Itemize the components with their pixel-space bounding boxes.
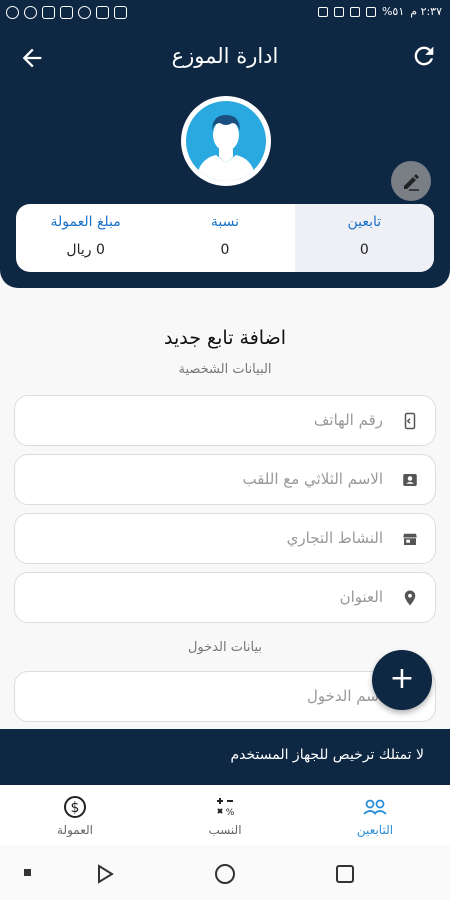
system-navigation-bar — [0, 845, 450, 900]
login-section-label: بيانات الدخول — [187, 640, 263, 655]
dot-icon — [24, 869, 31, 876]
license-warning-text: لا تمتلك ترخيص للجهاز المستخدم — [230, 747, 424, 763]
add-follower-button[interactable]: + — [372, 650, 432, 710]
nav-label: التابعين — [356, 823, 394, 837]
stat-followers: تابعين 0 — [294, 204, 434, 272]
stats-card: مبلغ العمولة 0 ريال نسبة 0 تابعين 0 — [16, 204, 434, 272]
id-card-icon — [403, 474, 417, 486]
full-name-field[interactable]: الاسم الثلاثي مع اللقب — [14, 454, 436, 505]
address-placeholder: العنوان — [339, 588, 383, 606]
avatar[interactable] — [181, 96, 271, 186]
location-pin-icon — [404, 590, 416, 606]
mail-icon — [114, 6, 127, 19]
store-icon — [403, 533, 417, 545]
recents-square-icon[interactable] — [334, 863, 356, 885]
username-placeholder: اسم الدخول — [306, 687, 383, 705]
bluetooth-icon — [317, 6, 328, 17]
dollar-circle-icon: $ — [64, 796, 86, 818]
whatsapp-icon — [78, 6, 91, 19]
home-circle-icon[interactable] — [214, 863, 236, 885]
download-icon — [60, 6, 73, 19]
nav-label: النسب — [208, 823, 242, 837]
calculator-icon: % — [217, 798, 235, 818]
svg-text:%: % — [226, 808, 235, 818]
stat-percentage: نسبة 0 — [155, 204, 294, 272]
nav-percentages[interactable]: % النسب — [150, 785, 300, 845]
phone-field[interactable]: رقم الهاتف — [14, 395, 436, 446]
stat-label: تابعين — [347, 214, 382, 230]
signal-icon — [365, 6, 376, 17]
status-bar: %٥١ ٢:٣٧ م — [0, 0, 450, 28]
refresh-icon — [414, 46, 434, 66]
edit-profile-button[interactable] — [391, 161, 431, 201]
mute-icon — [333, 6, 344, 17]
full-name-placeholder: الاسم الثلاثي مع اللقب — [242, 470, 383, 488]
whatsapp-icon — [24, 6, 37, 19]
phone-placeholder: رقم الهاتف — [313, 411, 383, 429]
play-icon[interactable] — [94, 863, 116, 885]
battery-level: %٥١ — [381, 5, 405, 18]
page-title: ادارة الموزع — [171, 44, 279, 68]
phone-icon — [404, 412, 416, 430]
edit-icon — [404, 174, 419, 191]
nav-commission[interactable]: $ العمولة — [0, 785, 150, 845]
personal-section-label: البيانات الشخصية — [178, 362, 272, 377]
clock: ٢:٣٧ م — [410, 5, 442, 18]
nav-followers[interactable]: التابعين — [300, 785, 450, 845]
business-activity-placeholder: النشاط التجاري — [286, 529, 383, 547]
stat-value: 0 — [359, 242, 369, 258]
address-field[interactable]: العنوان — [14, 572, 436, 623]
form-title: اضافة تابع جديد — [163, 327, 286, 349]
svg-text:$: $ — [71, 800, 80, 816]
image-icon — [96, 6, 109, 19]
stat-value: 0 — [220, 242, 230, 258]
telegram-icon — [42, 6, 55, 19]
stat-label: مبلغ العمولة — [50, 214, 121, 230]
business-activity-field[interactable]: النشاط التجاري — [14, 513, 436, 564]
bottom-navigation: $ العمولة % النسب التابعين — [0, 785, 450, 845]
refresh-button[interactable] — [410, 42, 438, 70]
people-icon — [363, 799, 387, 815]
stat-label: نسبة — [210, 214, 240, 230]
license-warning-banner: لا تمتلك ترخيص للجهاز المستخدم — [0, 729, 450, 785]
whatsapp-icon — [6, 6, 19, 19]
nav-label: العمولة — [56, 823, 93, 837]
stat-commission: مبلغ العمولة 0 ريال — [16, 204, 155, 272]
wifi-icon — [349, 6, 360, 17]
stat-value: 0 ريال — [66, 242, 105, 258]
notification-icons — [6, 6, 127, 19]
user-avatar-icon — [196, 115, 256, 181]
header: ادارة الموزع مبلغ العمولة 0 ريال نسبة 0 … — [0, 28, 450, 288]
